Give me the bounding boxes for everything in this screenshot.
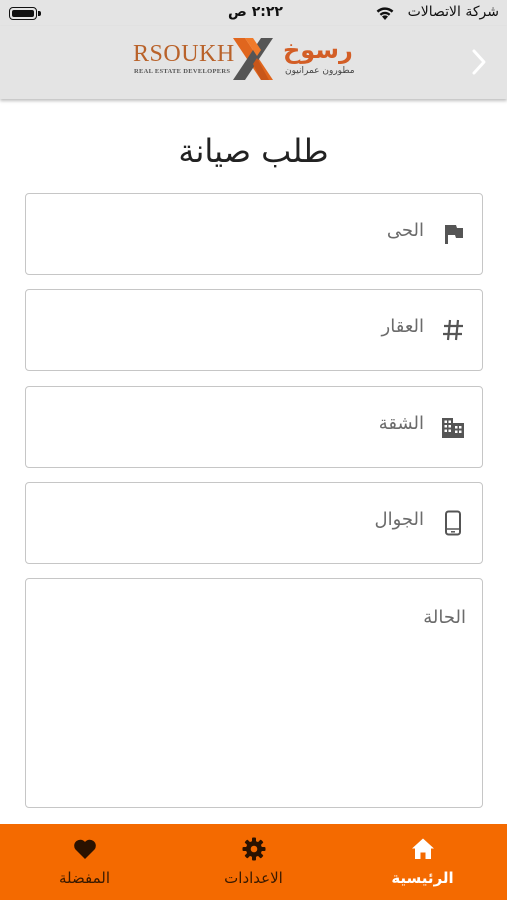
status-placeholder: الحالة [423,607,466,628]
status-bar: ٢:٢٢ ص شركة الاتصالات [0,0,507,26]
nav-home-label: الرئيسية [391,869,454,887]
flag-icon [445,225,463,244]
gear-icon [242,837,265,861]
district-placeholder: الحى [386,220,424,241]
property-placeholder: العقار [381,316,424,337]
home-icon [411,838,434,859]
logo-text-en: RSOUKH [133,41,235,67]
mobile-placeholder: الجوال [374,509,424,530]
carrier-name: شركة الاتصالات [407,4,499,20]
nav-home[interactable]: الرئيسية [338,824,507,900]
logo-subtext-en: REAL ESTATE DEVELOPERS [134,68,231,75]
status-textarea[interactable]: الحالة [25,578,483,808]
hash-icon [443,319,463,341]
nav-favorites-label: المفضلة [58,869,110,887]
page-title: طلب صيانة [178,132,329,170]
phone-icon [445,510,461,536]
apartment-field[interactable]: الشقة [25,386,483,468]
logo-text-ar: رسوخ [283,36,353,64]
nav-favorites[interactable]: المفضلة [0,824,169,900]
nav-settings[interactable]: الاعدادات [169,824,338,900]
app-header: RSOUKH REAL ESTATE DEVELOPERS رسوخ مطورو… [0,26,507,99]
chevron-right-icon[interactable] [471,48,487,76]
district-field[interactable]: الحى [25,193,483,275]
heart-icon [73,839,96,859]
wifi-icon [376,7,394,20]
status-time: ٢:٢٢ ص [228,4,283,20]
property-field[interactable]: العقار [25,289,483,371]
mobile-field[interactable]: الجوال [25,482,483,564]
apartment-placeholder: الشقة [378,413,424,434]
bottom-nav: المفضلة الاعدادات الرئيسية [0,824,507,900]
logo-mark-icon [233,38,273,80]
battery-icon [9,7,41,20]
logo-subtext-ar: مطورون عمرانيون [285,66,355,76]
rsoukh-logo: RSOUKH REAL ESTATE DEVELOPERS رسوخ مطورو… [133,33,378,89]
building-icon [442,418,464,438]
nav-settings-label: الاعدادات [224,869,283,887]
